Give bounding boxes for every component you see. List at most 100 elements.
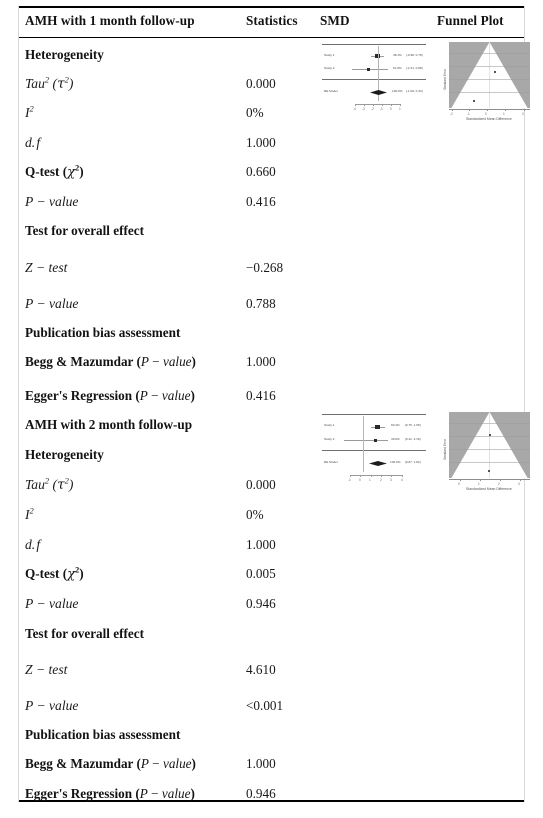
forest-xtick: 0 xyxy=(359,478,361,482)
table-row-ztest-2: Z − test 4.610 xyxy=(25,658,325,682)
row-label: Egger's Regression (P − value) xyxy=(25,786,195,801)
funnel-x-axis-label: Standardized Mean Difference xyxy=(466,487,512,491)
table-row-i2-1: I2 0% xyxy=(25,101,325,125)
row-label: Q-test (χ2) xyxy=(25,565,84,582)
funnel-plot-2: 0 1 2 3 Standardized Mean Difference Sta… xyxy=(440,412,535,494)
row-label: P − value xyxy=(25,296,79,311)
column-header-group: AMH with 1 month follow-up xyxy=(25,13,195,28)
funnel-data-point xyxy=(488,470,490,472)
row-label: I2 xyxy=(25,505,34,522)
table-header-rule xyxy=(18,37,525,38)
row-label: Z − test xyxy=(25,260,68,275)
funnel-x-axis-label: Standardized Mean Difference xyxy=(466,117,512,121)
row-value: <0.001 xyxy=(246,698,284,713)
forest-study-weight: 39.6% xyxy=(391,437,400,441)
forest-xtick: -4 xyxy=(353,107,356,111)
forest-study-ci: [0.75, 1.95] xyxy=(405,423,421,427)
forest-effect-marker xyxy=(367,68,370,71)
row-label: Begg & Mazumdar (P − value) xyxy=(25,354,196,369)
table-row-df-2: d. f 1.000 xyxy=(25,533,325,557)
forest-xtick: -3 xyxy=(362,107,365,111)
row-label: Z − test xyxy=(25,662,68,677)
forest-plot-2: Study 1 60.4% [0.75, 1.95] Study 2 39.6%… xyxy=(322,412,426,492)
forest-xtick: 0 xyxy=(390,107,392,111)
table-row-qtest-2: Q-test (χ2) 0.005 xyxy=(25,562,325,586)
row-value: 0.416 xyxy=(246,388,276,403)
funnel-xtick: -2 xyxy=(450,112,453,116)
section-heading-publication-bias-1: Publication bias assessment xyxy=(25,321,325,345)
forest-xtick: 3 xyxy=(390,478,392,482)
funnel-data-point xyxy=(489,434,491,436)
row-label: Tau2 (τ2) xyxy=(25,74,74,92)
row-value: −0.268 xyxy=(246,260,284,275)
row-label: P − value xyxy=(25,596,79,611)
forest-study-ci: [-0.98, 0.78] xyxy=(406,53,423,57)
funnel-y-axis-label: Standard Error xyxy=(443,69,447,90)
row-value: 1.000 xyxy=(246,756,276,771)
row-label: Heterogeneity xyxy=(25,47,104,62)
row-label: Test for overall effect xyxy=(25,223,145,238)
funnel-y-axis-label: Standard Error xyxy=(443,439,447,460)
forest-effect-marker xyxy=(375,425,380,429)
row-value: 0.005 xyxy=(246,566,276,581)
forest-summary-ci: [-1.09, 0.34] xyxy=(406,89,423,93)
funnel-xtick: 3 xyxy=(518,482,520,486)
table-row-egger-1: Egger's Regression (P − value) 0.416 xyxy=(25,384,325,408)
column-header-smd: SMD xyxy=(320,13,350,28)
forest-study-label: Study 1 xyxy=(324,423,335,427)
group-heading-2: AMH with 2 month follow-up xyxy=(25,413,325,437)
row-label: Egger's Regression (P − value) xyxy=(25,388,195,403)
row-value: 0.660 xyxy=(246,164,276,179)
forest-summary-weight: 100.0% xyxy=(392,89,403,93)
forest-summary-label: RE Model xyxy=(324,460,338,464)
section-heading-heterogeneity-2: Heterogeneity xyxy=(25,443,325,467)
table-row-tau2-1: Tau2 (τ2) 0.000 xyxy=(25,72,325,96)
results-table-figure: AMH with 1 month follow-up Statistics SM… xyxy=(0,0,543,818)
forest-xtick: -1 xyxy=(348,478,351,482)
forest-plot-1: Study 1 48.1% [-0.98, 0.78] Study 2 51.9… xyxy=(322,42,426,120)
forest-xtick: 1 xyxy=(369,478,371,482)
forest-xtick: 2 xyxy=(380,478,382,482)
row-label: d. f xyxy=(25,537,41,552)
funnel-xtick: 1 xyxy=(478,482,480,486)
forest-xtick: -2 xyxy=(371,107,374,111)
forest-study-ci: [0.41, 2.18] xyxy=(405,437,421,441)
forest-summary-diamond xyxy=(370,90,387,95)
row-value: 1.000 xyxy=(246,537,276,552)
funnel-xtick: 1 xyxy=(503,112,505,116)
forest-study-label: Study 1 xyxy=(324,53,335,57)
row-value: 0.946 xyxy=(246,596,276,611)
funnel-xtick: -1 xyxy=(467,112,470,116)
table-row-qtest-1: Q-test (χ2) 0.660 xyxy=(25,160,325,184)
table-left-edge xyxy=(18,6,19,802)
table-row-z-pvalue-2: P − value <0.001 xyxy=(25,694,325,718)
section-heading-overall-effect-1: Test for overall effect xyxy=(25,219,325,243)
section-heading-heterogeneity-1: Heterogeneity xyxy=(25,43,325,67)
table-row-tau2-2: Tau2 (τ2) 0.000 xyxy=(25,473,325,497)
row-label: Test for overall effect xyxy=(25,626,145,641)
row-label: Q-test (χ2) xyxy=(25,163,84,180)
forest-xtick: 1 xyxy=(399,107,401,111)
row-value: 1.000 xyxy=(246,354,276,369)
funnel-data-point xyxy=(473,100,475,102)
funnel-xtick: 2 xyxy=(522,112,524,116)
row-label: Publication bias assessment xyxy=(25,325,181,340)
row-label: AMH with 2 month follow-up xyxy=(25,417,193,432)
forest-study-label: Study 2 xyxy=(324,437,335,441)
forest-study-weight: 60.4% xyxy=(391,423,400,427)
row-label: P − value xyxy=(25,194,79,209)
row-value: 0.788 xyxy=(246,296,276,311)
row-label: Heterogeneity xyxy=(25,447,104,462)
funnel-center-line xyxy=(489,412,490,478)
funnel-data-point xyxy=(494,71,496,73)
row-value: 0.416 xyxy=(246,194,276,209)
section-heading-publication-bias-2: Publication bias assessment xyxy=(25,723,325,747)
funnel-canvas xyxy=(449,412,530,478)
forest-study-weight: 48.1% xyxy=(393,53,402,57)
table-row-begg-1: Begg & Mazumdar (P − value) 1.000 xyxy=(25,350,325,374)
row-value: 0.000 xyxy=(246,477,276,492)
table-row-egger-2: Egger's Regression (P − value) 0.946 xyxy=(25,782,325,806)
forest-study-ci: [-2.31, 0.88] xyxy=(406,66,423,70)
column-header-funnel: Funnel Plot xyxy=(437,13,504,28)
row-value: 0% xyxy=(246,507,264,522)
